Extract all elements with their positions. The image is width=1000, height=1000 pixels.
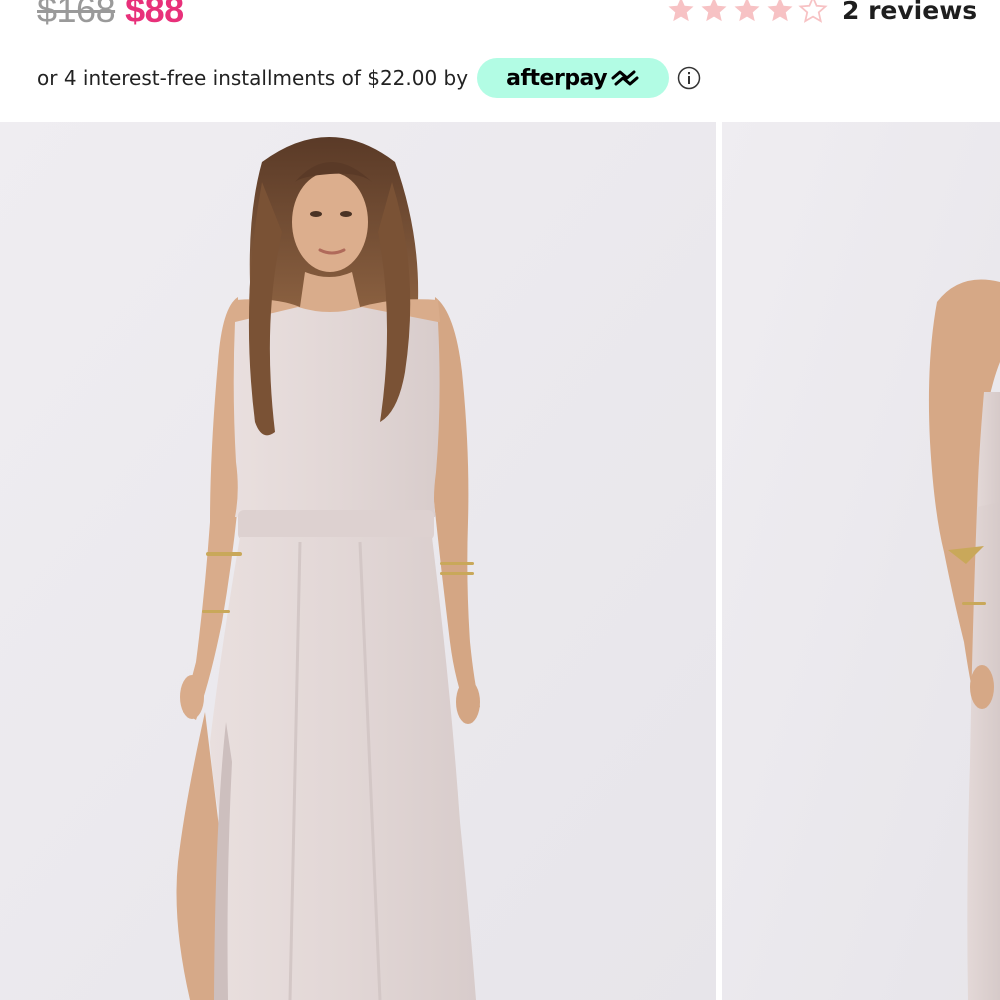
star-filled-icon [767, 0, 793, 22]
rating[interactable]: 2 reviews [666, 0, 977, 30]
afterpay-badge[interactable]: afterpay [477, 58, 670, 98]
info-circle-icon[interactable] [677, 66, 701, 90]
star-empty-icon [798, 0, 828, 23]
star-filled-icon [701, 0, 727, 22]
product-image-side[interactable] [722, 122, 1000, 1000]
afterpay-label: afterpay [506, 65, 608, 91]
model-side-illustration [722, 122, 1000, 1000]
installments-row: or 4 interest-free installments of $22.0… [37, 58, 701, 98]
model-front-illustration [0, 122, 716, 1000]
original-price: $168 [37, 0, 116, 30]
product-summary: $168 $88 2 reviews or 4 interest-free in… [0, 0, 1000, 122]
product-image-front[interactable] [0, 122, 716, 1000]
sale-price: $88 [125, 0, 184, 30]
reviews-link[interactable]: 2 reviews [842, 0, 977, 25]
price-row: $168 $88 [37, 0, 184, 34]
rating-stars [666, 0, 828, 25]
star-filled-icon [734, 0, 760, 22]
star-filled-icon [668, 0, 694, 22]
installments-text: or 4 interest-free installments of $22.0… [37, 66, 469, 90]
afterpay-loop-arrows-icon [611, 70, 639, 86]
product-image-gallery [0, 122, 1000, 1000]
